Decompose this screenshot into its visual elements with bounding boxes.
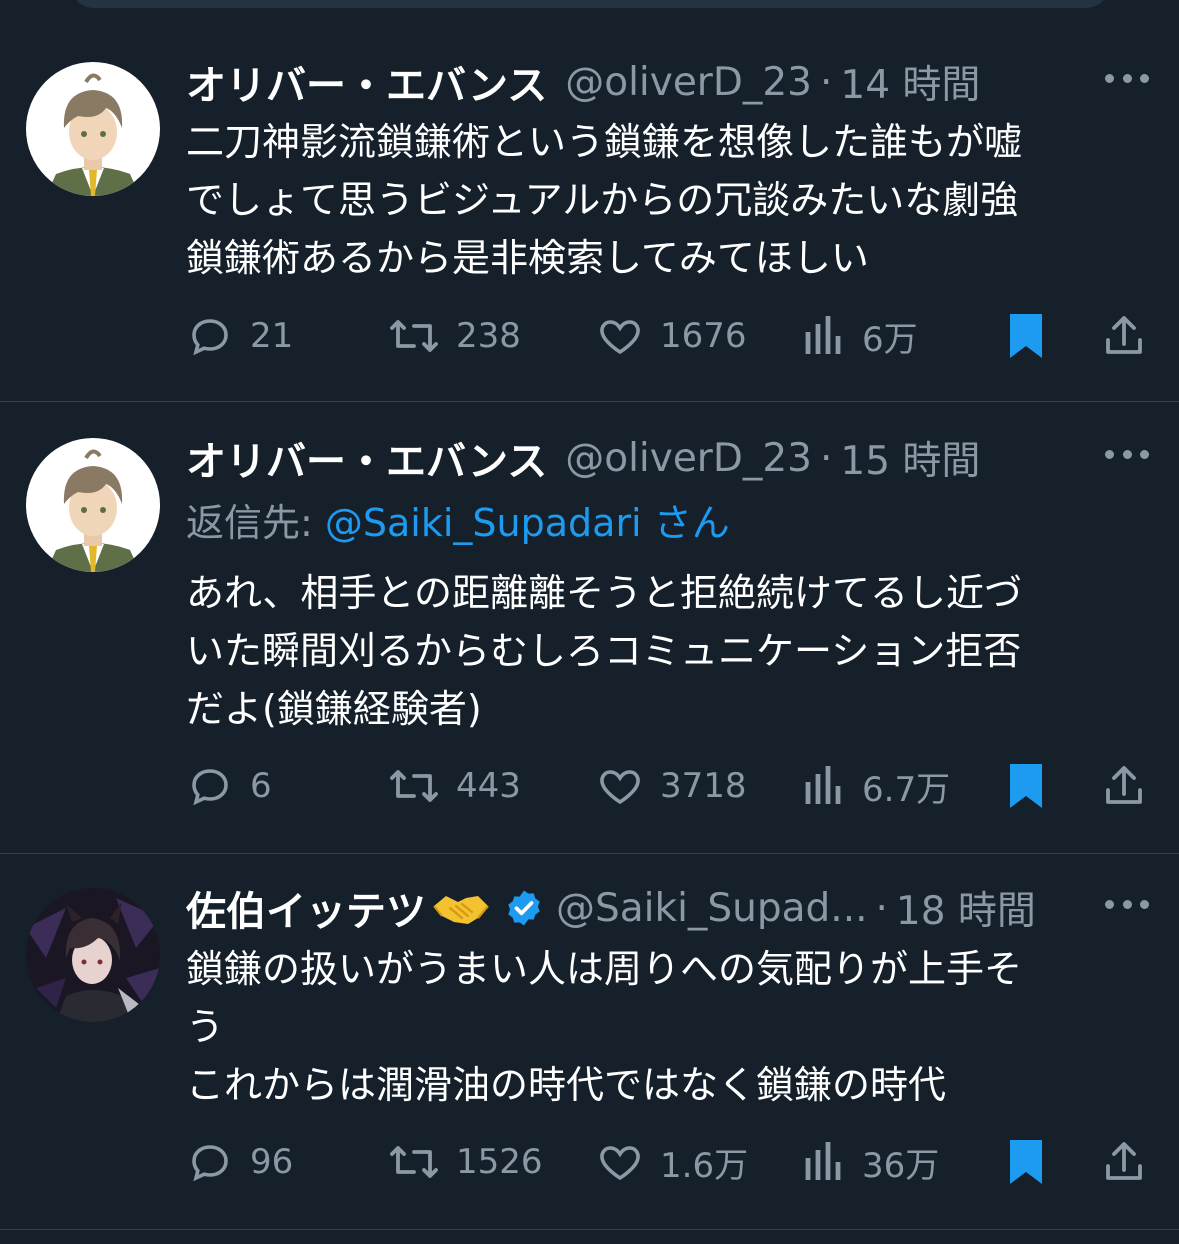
more-icon[interactable]	[1105, 74, 1149, 86]
timeline: オリバー・エバンス @oliverD_23 · 14 時間 二刀神影流鎖鎌術とい…	[0, 0, 1179, 1244]
tweet-text-line: だよ(鎖鎌経験者)	[186, 687, 482, 731]
tweet-text-line: でしょて思うビジュアルからの冗談みたいな劇強	[186, 178, 1019, 222]
views-button[interactable]: 36万	[802, 1134, 939, 1190]
like-icon	[600, 320, 640, 355]
reply-count: 96	[250, 1142, 294, 1182]
reply-icon	[192, 1145, 228, 1182]
tweet-text-line: 鎖鎌術あるから是非検索してみてほしい	[186, 236, 869, 280]
more-icon[interactable]	[1105, 450, 1149, 462]
like-icon	[600, 770, 640, 805]
tweet-actions: 96 1526 1.6万 36万	[186, 1134, 1149, 1190]
tweet-text-line: これからは潤滑油の時代ではなく鎖鎌の時代	[186, 1063, 947, 1107]
reply-mention-link[interactable]: @Saiki_Supadari	[325, 501, 642, 545]
share-button[interactable]	[1100, 1134, 1148, 1190]
more-icon[interactable]	[1105, 900, 1149, 912]
separator: ·	[820, 59, 833, 105]
divider	[0, 1229, 1179, 1230]
views-icon	[805, 1142, 841, 1180]
share-button[interactable]	[1100, 758, 1148, 814]
like-button[interactable]: 1.6万	[596, 1134, 748, 1190]
display-name[interactable]: オリバー・エバンス	[186, 53, 547, 111]
retweet-icon	[390, 1146, 438, 1178]
tweet[interactable]: 佐伯イッテツ @Saiki_Supad... · 18 時間 鎖鎌の扱いがうまい…	[0, 854, 1179, 1230]
tweet-text: あれ、相手との距離離そうと拒絶続けてるし近づ いた瞬間刈るからむしろコミュニケー…	[186, 564, 1126, 738]
views-count: 6万	[862, 319, 918, 360]
reply-count: 21	[250, 316, 294, 356]
bookmark-icon	[1010, 764, 1042, 808]
tweet[interactable]: オリバー・エバンス @oliverD_23 · 15 時間 返信先: @Saik…	[0, 402, 1179, 854]
like-button[interactable]: 3718	[596, 758, 747, 814]
retweet-button[interactable]: 443	[388, 758, 521, 814]
share-button[interactable]	[1100, 308, 1148, 364]
reply-button[interactable]: 6	[186, 758, 272, 814]
views-button[interactable]: 6.7万	[802, 758, 950, 814]
share-icon	[1106, 1142, 1142, 1180]
reply-button[interactable]: 96	[186, 1134, 293, 1190]
reply-to-label: 返信先:	[186, 501, 325, 545]
bookmark-button[interactable]	[1004, 308, 1048, 364]
like-icon	[600, 1146, 640, 1181]
bookmark-button[interactable]	[1004, 1134, 1048, 1190]
retweet-count: 238	[456, 316, 521, 356]
retweet-icon	[390, 770, 438, 802]
views-button[interactable]: 6万	[802, 308, 918, 364]
retweet-count: 443	[456, 766, 521, 806]
bookmark-button[interactable]	[1004, 758, 1048, 814]
avatar[interactable]	[26, 438, 160, 572]
share-icon	[1106, 316, 1142, 354]
username[interactable]: @oliverD_23	[565, 60, 812, 105]
views-count: 36万	[862, 1145, 940, 1186]
like-count: 3718	[660, 766, 747, 806]
views-icon	[805, 766, 841, 804]
like-count: 1.6万	[660, 1145, 749, 1186]
like-button[interactable]: 1676	[596, 308, 747, 364]
like-count: 1676	[660, 316, 747, 356]
tweet-text: 鎖鎌の扱いがうまい人は周りへの気配りが上手そ う これからは潤滑油の時代ではなく…	[186, 940, 1126, 1114]
timestamp[interactable]: 18 時間	[896, 880, 1036, 936]
tweet-text-line: う	[186, 1005, 225, 1049]
reply-icon	[192, 769, 228, 806]
reply-icon	[192, 319, 228, 356]
avatar[interactable]	[26, 888, 160, 1022]
verified-badge-icon	[508, 890, 540, 926]
retweet-icon	[390, 320, 438, 352]
timestamp[interactable]: 14 時間	[840, 54, 980, 110]
reply-count: 6	[250, 766, 272, 806]
tweet-text-line: いた瞬間刈るからむしろコミュニケーション拒否	[186, 629, 1022, 673]
tweet[interactable]: オリバー・エバンス @oliverD_23 · 14 時間 二刀神影流鎖鎌術とい…	[0, 0, 1179, 402]
reply-suffix[interactable]: さん	[642, 501, 730, 545]
tweet-text-line: 二刀神影流鎖鎌術という鎖鎌を想像した誰もが嘘	[186, 120, 1023, 164]
retweet-button[interactable]: 1526	[388, 1134, 543, 1190]
views-count: 6.7万	[862, 769, 951, 810]
display-name[interactable]: 佐伯イッテツ	[186, 879, 426, 937]
handshake-emoji	[433, 896, 489, 924]
bookmark-icon	[1010, 1140, 1042, 1184]
views-icon	[805, 316, 841, 354]
retweet-button[interactable]: 238	[388, 308, 521, 364]
reply-button[interactable]: 21	[186, 308, 293, 364]
share-icon	[1106, 766, 1142, 804]
avatar[interactable]	[26, 62, 160, 196]
reply-context: 返信先: @Saiki_Supadari さん	[186, 492, 730, 547]
retweet-count: 1526	[456, 1142, 543, 1182]
tweet-actions: 21 238 1676 6万	[186, 308, 1149, 364]
tweet-text: 二刀神影流鎖鎌術という鎖鎌を想像した誰もが嘘 でしょて思うビジュアルからの冗談み…	[186, 113, 1126, 287]
tweet-text-line: あれ、相手との距離離そうと拒絶続けてるし近づ	[186, 571, 1023, 615]
tweet-text-line: 鎖鎌の扱いがうまい人は周りへの気配りが上手そ	[186, 947, 1023, 991]
separator: ·	[875, 885, 888, 931]
timestamp[interactable]: 15 時間	[840, 430, 980, 486]
separator: ·	[820, 435, 833, 481]
username[interactable]: @Saiki_Supad...	[556, 886, 868, 931]
display-name[interactable]: オリバー・エバンス	[186, 429, 547, 487]
tweet-actions: 6 443 3718 6.7万	[186, 758, 1149, 814]
username[interactable]: @oliverD_23	[565, 436, 812, 481]
bookmark-icon	[1010, 314, 1042, 358]
